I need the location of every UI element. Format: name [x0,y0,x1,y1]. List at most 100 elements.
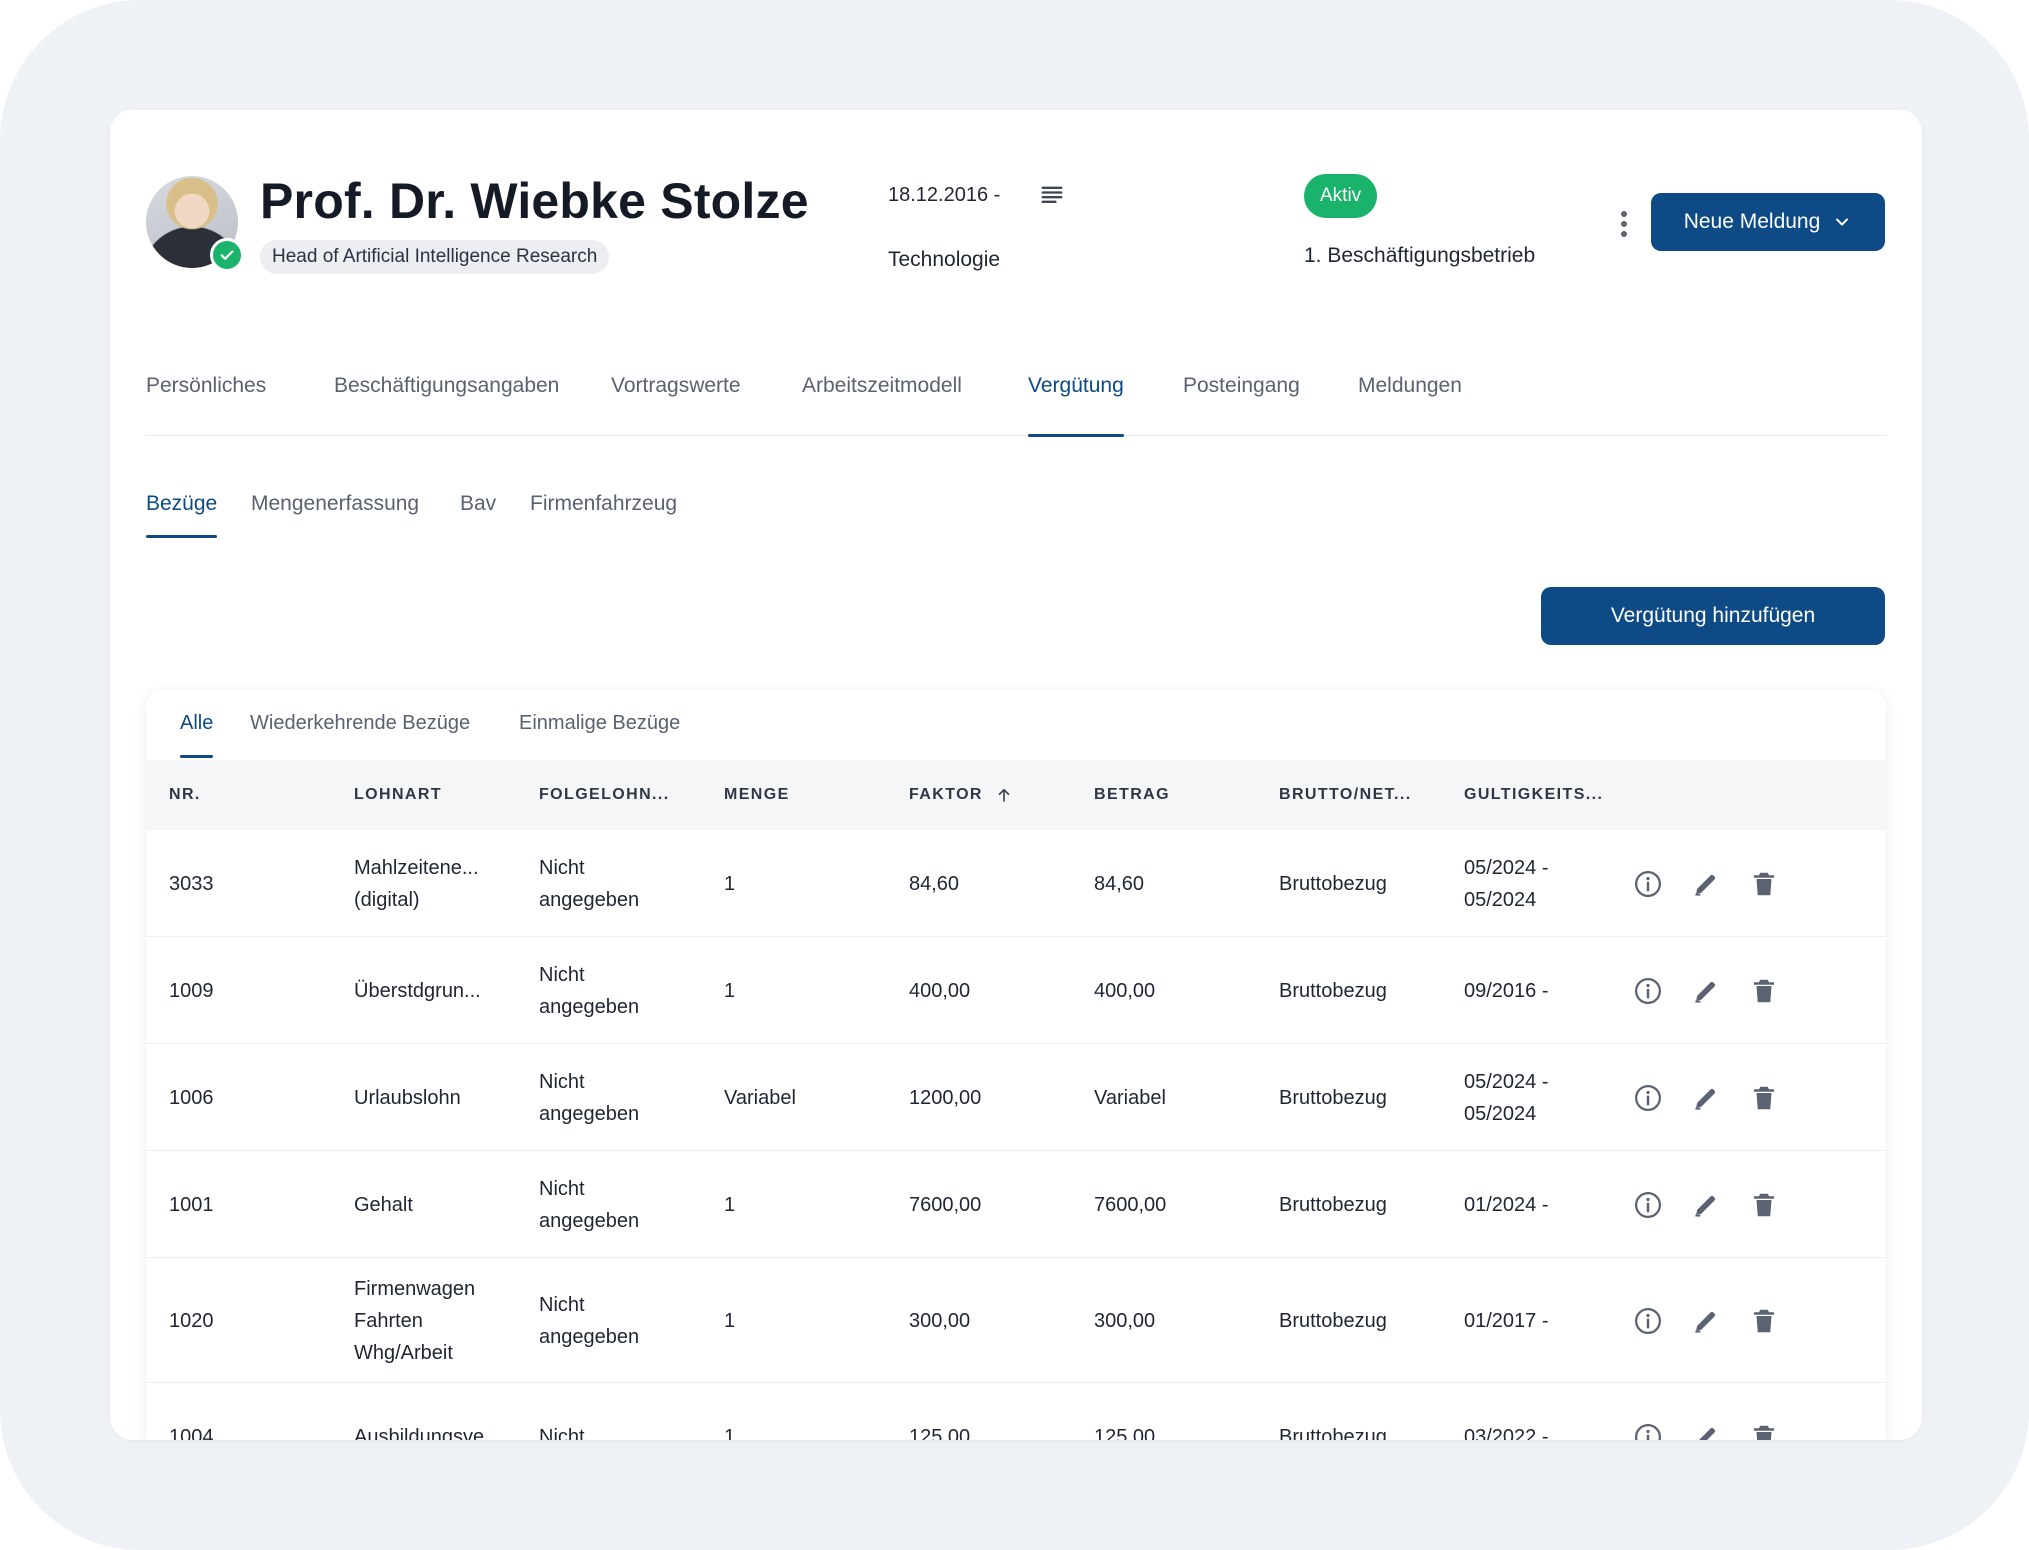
cell-text: 01/2017 - [1464,1309,1549,1332]
cell-lohnart: Ausbildungsve... [354,1383,534,1441]
cell-text: (digital) [354,888,420,911]
column-header[interactable]: FOLGELOHN... [539,760,670,830]
row-actions [1632,975,1780,1007]
cell-betrag: 125,00 [1094,1383,1274,1441]
tab-meldungen[interactable]: Meldungen [1358,374,1462,436]
cell-nr: 1006 [169,1044,349,1151]
trash-icon[interactable] [1748,1189,1780,1221]
cell-folgelohn: Nicht [539,1383,719,1441]
cell-nr: 1020 [169,1258,349,1383]
column-header[interactable]: BETRAG [1094,760,1170,830]
cell-text: angegeben [539,1102,640,1125]
cell-faktor: 84,60 [909,830,1089,937]
cell-text: 05/2024 - [1464,1070,1549,1093]
cell-text: Bruttobezug [1279,1193,1387,1216]
add-compensation-button[interactable]: Vergütung hinzufügen [1541,587,1885,645]
table-tab-wiederkehrende[interactable]: Wiederkehrende Bezüge [250,712,470,758]
cell-menge: 1 [724,937,904,1044]
info-icon[interactable] [1632,1305,1664,1337]
cell-folgelohn: Nicht angegeben [539,1258,719,1383]
cell-lohnart: Firmenwagen Fahrten Whg/Arbeit [354,1258,534,1383]
info-icon[interactable] [1632,868,1664,900]
pencil-icon[interactable] [1690,1305,1722,1337]
table-row[interactable]: 1020 Firmenwagen Fahrten Whg/Arbeit Nicht ang… [146,1258,1886,1383]
tab-persoenliches[interactable]: Persönliches [146,374,266,436]
pencil-icon[interactable] [1690,1189,1722,1221]
tab-vortragswerte[interactable]: Vortragswerte [611,374,741,436]
table-row[interactable]: 1004 Ausbildungsve... Nicht 1 125,00 125,00 Br… [146,1383,1886,1440]
row-actions [1632,1421,1780,1440]
cell-text: Nicht [539,1293,585,1316]
trash-icon[interactable] [1748,1305,1780,1337]
cell-text: Ausbildungsve... [354,1425,501,1441]
info-icon[interactable] [1632,975,1664,1007]
notes-icon[interactable] [1038,182,1066,210]
compensation-table: Alle Wiederkehrende Bezüge Einmalige Bez… [146,690,1886,1440]
subtab-firmenfahrzeug[interactable]: Firmenfahrzeug [530,492,677,538]
cell-text: 1009 [169,979,214,1002]
cell-betrag: 7600,00 [1094,1151,1274,1258]
pencil-icon[interactable] [1690,868,1722,900]
row-actions [1632,1189,1780,1221]
trash-icon[interactable] [1748,975,1780,1007]
table-row[interactable]: 1001 Gehalt Nicht angegeben 1 7600,00 7600,00 B… [146,1151,1886,1258]
pencil-icon[interactable] [1690,1082,1722,1114]
employment-date-range: 18.12.2016 - [888,184,1001,206]
cell-text: 01/2024 - [1464,1193,1549,1216]
subtab-bezuege[interactable]: Bezüge [146,492,218,538]
cell-brutto: Bruttobezug [1279,830,1459,937]
cell-text: 1 [724,872,736,895]
cell-text: 1006 [169,1086,214,1109]
cell-nr: 1001 [169,1151,349,1258]
cell-betrag: 84,60 [1094,830,1274,937]
cell-text: Nicht [539,963,585,986]
table-row[interactable]: 3033 Mahlzeitene... (digital) Nicht angegebe… [146,830,1886,937]
subtab-mengenerfassung[interactable]: Mengenerfassung [251,492,419,538]
table-row[interactable]: 1006 Urlaubslohn Nicht angegeben Variabel 120… [146,1044,1886,1151]
trash-icon[interactable] [1748,1082,1780,1114]
tab-posteingang[interactable]: Posteingang [1183,374,1300,436]
column-header-sorted[interactable]: FAKTOR [909,760,1013,830]
info-icon[interactable] [1632,1189,1664,1221]
column-header[interactable]: GULTIGKEITS... [1464,760,1603,830]
info-icon[interactable] [1632,1082,1664,1114]
table-row[interactable]: 1009 Überstdgrun... Nicht angegeben 1 400,00 4… [146,937,1886,1044]
verified-badge [210,238,244,272]
trash-icon[interactable] [1748,1421,1780,1440]
tab-verguetung[interactable]: Vergütung [1028,374,1124,437]
cell-text: Mahlzeitene... [354,856,479,879]
neue-meldung-button[interactable]: Neue Meldung [1651,193,1885,251]
column-header[interactable]: MENGE [724,760,790,830]
pencil-icon[interactable] [1690,1421,1722,1440]
cell-text: angegeben [539,995,640,1018]
tab-arbeitszeitmodell[interactable]: Arbeitszeitmodell [802,374,962,436]
cell-menge: 1 [724,1151,904,1258]
cell-gueltigkeit: 01/2017 - [1464,1258,1644,1383]
column-header[interactable]: NR. [169,760,201,830]
more-vertical-icon[interactable] [1612,208,1636,240]
cell-text: 09/2016 - [1464,979,1549,1002]
cell-lohnart: Gehalt [354,1151,534,1258]
cell-text: 03/2022 - [1464,1425,1549,1441]
info-icon[interactable] [1632,1421,1664,1440]
pencil-icon[interactable] [1690,975,1722,1007]
cell-gueltigkeit: 01/2024 - [1464,1151,1644,1258]
column-header[interactable]: BRUTTO/NET... [1279,760,1412,830]
trash-icon[interactable] [1748,868,1780,900]
cell-gueltigkeit: 05/2024 - 05/2024 [1464,830,1644,937]
table-tab-alle[interactable]: Alle [180,712,214,758]
tab-beschaeftigungsangaben[interactable]: Beschäftigungsangaben [334,374,559,436]
cell-gueltigkeit: 05/2024 - 05/2024 [1464,1044,1644,1151]
cell-text: Variabel [724,1086,796,1109]
cell-text: Gehalt [354,1193,413,1216]
table-tab-einmalige[interactable]: Einmalige Bezüge [519,712,680,758]
subtab-bav[interactable]: Bav [460,492,496,538]
cell-text: 1200,00 [909,1086,982,1109]
check-icon [220,250,234,260]
cell-text: 05/2024 - [1464,856,1549,879]
column-header-label: FAKTOR [909,786,983,803]
cell-betrag: 300,00 [1094,1258,1274,1383]
cell-text: 125,00 [1094,1425,1156,1441]
cell-text: 84,60 [909,872,960,895]
column-header[interactable]: LOHNART [354,760,442,830]
